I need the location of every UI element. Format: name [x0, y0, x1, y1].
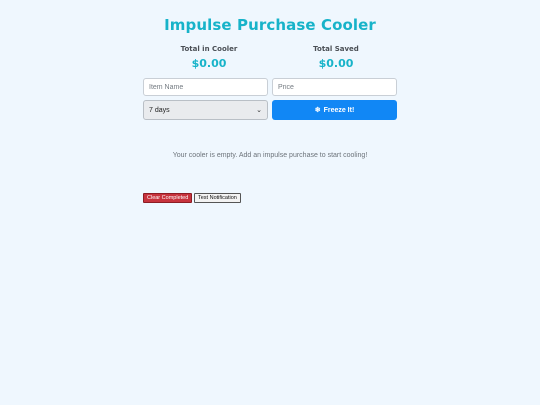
page-title: Impulse Purchase Cooler	[164, 16, 376, 34]
clear-completed-button[interactable]: Clear Completed	[143, 193, 193, 203]
test-notification-button[interactable]: Test Notification	[194, 193, 241, 203]
empty-state-message: Your cooler is empty. Add an impulse pur…	[172, 152, 368, 159]
total-saved-value: $0.00	[318, 57, 354, 70]
freeze-button[interactable]: ❄ Freeze It!	[272, 100, 397, 120]
snowflake-icon: ❄	[314, 107, 321, 114]
total-saved-label: Total Saved	[313, 45, 359, 53]
total-in-cooler-stat: Total in Cooler $0.00	[144, 44, 274, 70]
chevron-down-icon: ⌄	[256, 107, 262, 114]
duration-selected-value: 7 days	[149, 106, 170, 114]
total-in-cooler-value: $0.00	[191, 57, 227, 70]
duration-select[interactable]: 7 days ⌄	[143, 100, 268, 120]
freeze-button-label: Freeze It!	[323, 106, 355, 114]
total-in-cooler-label: Total in Cooler	[180, 45, 238, 53]
item-name-input[interactable]	[143, 78, 268, 96]
price-input[interactable]	[272, 78, 397, 96]
total-saved-stat: Total Saved $0.00	[271, 44, 401, 70]
app-page: Impulse Purchase Cooler Total in Cooler …	[0, 0, 540, 405]
